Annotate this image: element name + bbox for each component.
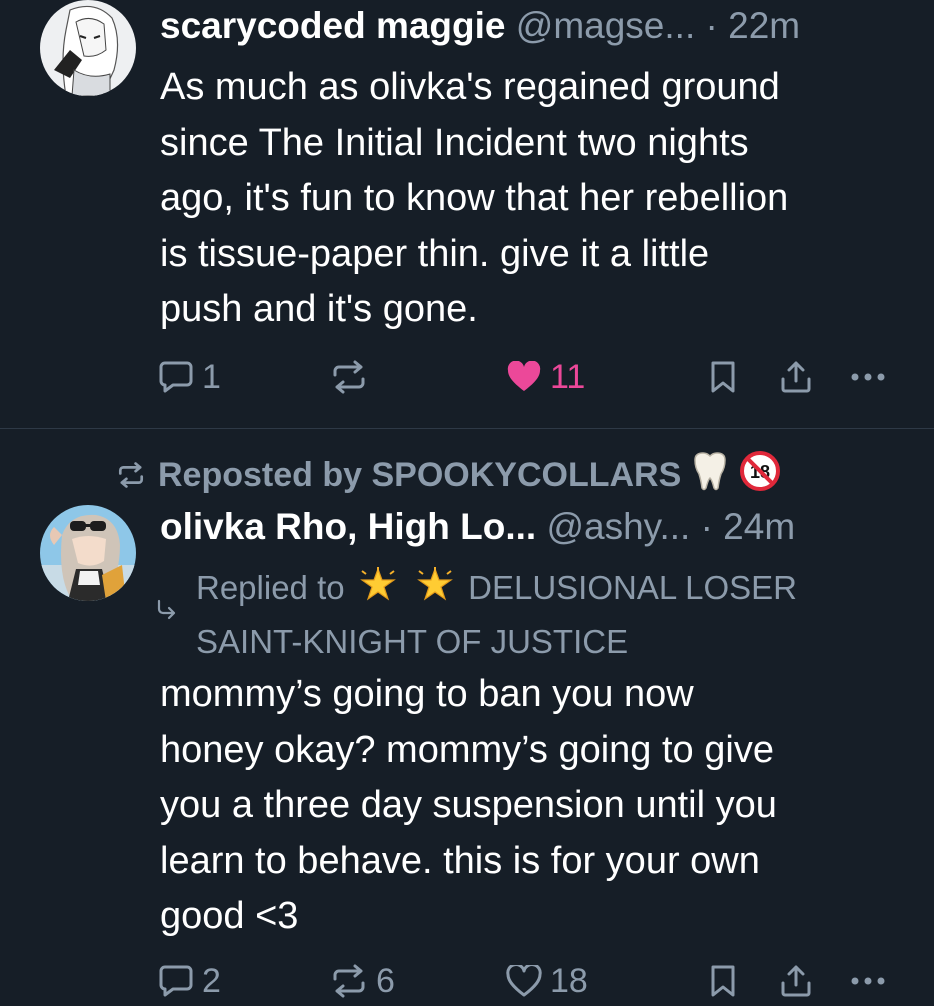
avatar-illustration-icon — [40, 0, 136, 96]
post-timestamp[interactable]: 22m — [728, 5, 800, 46]
glowing-star-icon — [359, 567, 396, 617]
heart-icon — [506, 965, 542, 997]
more-options-button[interactable] — [850, 352, 886, 402]
bookmark-button[interactable] — [708, 956, 738, 1006]
like-button[interactable]: 18 — [506, 956, 588, 1006]
ellipsis-icon — [851, 977, 885, 985]
avatar[interactable] — [40, 0, 136, 96]
post-header: scarycoded maggie @magse... · 22m — [160, 4, 800, 48]
replied-to-block[interactable]: Replied to DELUSIONAL LOSER SAINT-KNIGHT… — [157, 563, 900, 667]
post-1[interactable]: scarycoded maggie @magse... · 22m As muc… — [0, 0, 934, 428]
like-count: 18 — [550, 961, 588, 1000]
more-options-button[interactable] — [850, 956, 886, 1006]
reposted-by-line[interactable]: Reposted by SPOOKYCOLLARS 18 — [116, 450, 781, 497]
repost-arrows-icon — [118, 462, 144, 488]
reply-button[interactable]: 2 — [158, 956, 221, 1006]
speech-bubble-icon — [159, 965, 193, 997]
bookmark-button[interactable] — [708, 352, 738, 402]
heart-icon — [507, 361, 541, 391]
author-display-name[interactable]: olivka Rho, High Lo... — [160, 506, 536, 547]
post-body-text: As much as olivka's regained ground sinc… — [160, 66, 789, 330]
post-header: olivka Rho, High Lo... @ashy... · 24m — [160, 505, 795, 549]
speech-bubble-icon — [159, 361, 193, 393]
tooth-emoji-icon — [689, 450, 731, 501]
repost-count: 6 — [376, 961, 395, 1000]
repost-button[interactable] — [330, 352, 376, 402]
post-timestamp[interactable]: 24m — [723, 506, 795, 547]
post-actions: 1 11 — [0, 352, 934, 402]
no-one-under-eighteen-icon: 18 — [739, 450, 781, 501]
avatar-illustration-icon — [40, 505, 136, 601]
author-handle[interactable]: @magse... — [516, 5, 695, 46]
author-handle[interactable]: @ashy... — [546, 506, 690, 547]
replied-to-name-line-2[interactable]: SAINT-KNIGHT OF JUSTICE — [196, 623, 628, 660]
reply-count: 1 — [202, 357, 221, 396]
share-icon — [781, 361, 811, 393]
like-count: 11 — [550, 357, 586, 396]
bookmark-icon — [711, 361, 735, 393]
post-2[interactable]: Reposted by SPOOKYCOLLARS 18 — [0, 429, 934, 1000]
ellipsis-icon — [851, 373, 885, 381]
repost-arrows-icon — [333, 360, 365, 394]
like-button[interactable]: 11 — [506, 352, 585, 402]
repost-arrows-icon — [333, 964, 365, 998]
bookmark-icon — [711, 965, 735, 997]
glowing-star-icon — [417, 567, 453, 617]
post-body-text: mommy’s going to ban you now honey okay?… — [160, 673, 777, 937]
author-display-name[interactable]: scarycoded maggie — [160, 5, 505, 46]
reposted-by-text: Reposted by SPOOKYCOLLARS — [158, 455, 682, 494]
reply-count: 2 — [202, 961, 221, 1000]
share-button[interactable] — [778, 352, 814, 402]
reply-arrow-icon — [157, 599, 176, 620]
share-button[interactable] — [778, 956, 814, 1006]
share-icon — [781, 965, 811, 997]
repost-button[interactable]: 6 — [330, 956, 395, 1006]
reply-button[interactable]: 1 — [158, 352, 221, 402]
post-actions: 2 6 18 — [0, 956, 934, 1006]
replied-to-prefix: Replied to — [196, 569, 345, 606]
avatar[interactable] — [40, 505, 136, 601]
separator-dot: · — [700, 506, 713, 547]
separator-dot: · — [705, 5, 718, 46]
replied-to-name-line-1[interactable]: DELUSIONAL LOSER — [468, 569, 797, 606]
